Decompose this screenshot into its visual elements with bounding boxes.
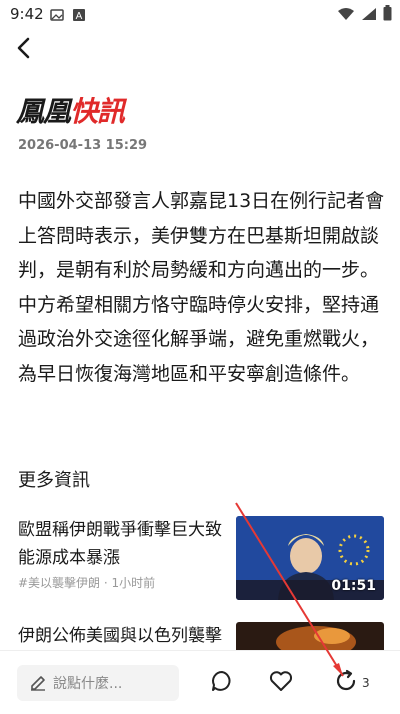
comment-icon <box>210 669 234 697</box>
status-bar: 9:42 A <box>0 0 400 28</box>
share-button[interactable] <box>333 669 359 697</box>
news-item-meta: #美以襲擊伊朗 · 1小时前 <box>18 576 156 590</box>
image-icon <box>50 7 64 21</box>
brand-logo: 鳳凰 快訊 <box>16 90 125 130</box>
comment-button[interactable] <box>209 670 235 696</box>
news-item-title: 伊朗公佈美國與以色列襲擊 <box>18 626 222 646</box>
battery-icon <box>383 5 392 25</box>
article-body: 中國外交部發言人郭嘉昆13日在例行記者會上答問時表示，美伊雙方在巴基斯坦開啟談判… <box>18 190 385 385</box>
pencil-icon <box>29 674 47 692</box>
signal-icon <box>361 6 377 25</box>
news-thumbnail[interactable]: 01:51 <box>236 516 384 600</box>
svg-text:A: A <box>76 11 83 22</box>
like-button[interactable] <box>268 670 294 696</box>
share-icon <box>334 669 358 697</box>
wifi-icon <box>337 6 355 25</box>
text-a-icon: A <box>72 7 86 22</box>
back-button[interactable] <box>12 36 36 64</box>
comment-input[interactable]: 說點什麼... <box>17 665 179 701</box>
bottom-action-bar: 說點什麼... 3 <box>0 650 400 712</box>
status-time: 9:42 <box>10 5 44 23</box>
comment-placeholder: 說點什麼... <box>53 676 123 692</box>
status-icons <box>337 5 392 25</box>
news-item-title: 歐盟稱伊朗戰爭衝擊巨大致能源成本暴漲 <box>18 520 222 568</box>
brand-part2: 快訊 <box>70 95 125 128</box>
brand-part1: 鳳凰 <box>16 95 71 128</box>
heart-icon <box>269 670 293 696</box>
article-date: 2026-04-13 15:29 <box>18 138 148 153</box>
share-count: 3 <box>362 676 370 690</box>
news-item[interactable]: 歐盟稱伊朗戰爭衝擊巨大致能源成本暴漲 #美以襲擊伊朗 · 1小时前 01:51 <box>0 516 400 608</box>
back-arrow-icon <box>14 36 34 64</box>
more-news-title: 更多資訊 <box>18 470 90 491</box>
video-duration: 01:51 <box>331 578 376 594</box>
